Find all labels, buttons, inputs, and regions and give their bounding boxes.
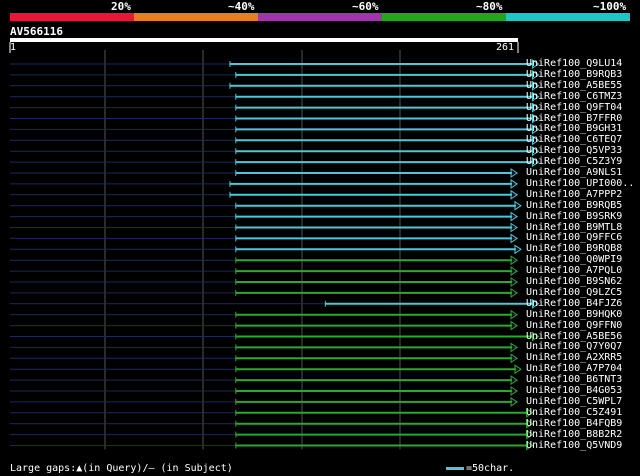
hit-name-link[interactable]: UniRef100_A7PPP2	[526, 189, 622, 200]
hit-name-link[interactable]: UniRef100_B9HQK0	[526, 309, 622, 320]
hit-name-link[interactable]: UniRef100_B9RQB3	[526, 69, 622, 80]
hit-name-link[interactable]: UniRef100_B9RQB8	[526, 243, 622, 254]
hit-name-link[interactable]: UniRef100_C5Z491	[526, 407, 622, 418]
hit-name-link[interactable]: UniRef100_B9GH31	[526, 123, 622, 134]
hit-name-link[interactable]: UniRef100_B4FJZ6	[526, 298, 622, 309]
hit-name-link[interactable]: UniRef100_A7P704	[526, 363, 622, 374]
hit-name-link[interactable]: UniRef100_B4G053	[526, 385, 622, 396]
hit-name-link[interactable]: UniRef100_C6TEQ7	[526, 134, 622, 145]
hit-name-link[interactable]: UniRef100_Q9LU14	[526, 58, 622, 69]
hit-name-link[interactable]: UniRef100_A7PQL0	[526, 265, 622, 276]
hit-name-link[interactable]: UniRef100_A5BE56	[526, 331, 622, 342]
hit-name-link[interactable]: UniRef100_Q7Y0Q7	[526, 341, 622, 352]
hit-name-link[interactable]: UniRef100_A2XRR5	[526, 352, 622, 363]
hit-name-link[interactable]: UniRef100_A9NLS1	[526, 167, 622, 178]
hit-name-link[interactable]: UniRef100_B7FFR0	[526, 113, 622, 124]
hit-name-link[interactable]: UniRef100_Q5VP33	[526, 145, 622, 156]
hit-name-link[interactable]: UniRef100_B9SN62	[526, 276, 622, 287]
hit-name-link[interactable]: UniRef100_A5BE55	[526, 80, 622, 91]
hit-name-link[interactable]: UniRef100_B6TNT3	[526, 374, 622, 385]
hit-name-link[interactable]: UniRef100_C5WPL7	[526, 396, 622, 407]
hit-name-link[interactable]: UniRef100_Q5VND9	[526, 440, 622, 451]
hit-name-link[interactable]: UniRef100_UPI000..	[526, 178, 634, 189]
hit-name-link[interactable]: UniRef100_B9MTL8	[526, 222, 622, 233]
hit-name-link[interactable]: UniRef100_Q9LZC5	[526, 287, 622, 298]
hit-name-link[interactable]: UniRef100_B9RQB5	[526, 200, 622, 211]
gaps-legend: Large gaps:▲(in Query)/— (in Subject)	[10, 463, 233, 474]
scale-bar	[446, 467, 464, 470]
hit-name-link[interactable]: UniRef100_Q9FFC6	[526, 232, 622, 243]
scale-label: =50char.	[466, 463, 515, 474]
hit-name-link[interactable]: UniRef100_Q0WPI9	[526, 254, 622, 265]
hit-name-link[interactable]: UniRef100_B9SRK9	[526, 211, 622, 222]
hit-name-link[interactable]: UniRef100_B8B2R2	[526, 429, 622, 440]
hit-name-link[interactable]: UniRef100_Q9FT04	[526, 102, 622, 113]
hit-name-link[interactable]: UniRef100_C5Z3Y9	[526, 156, 622, 167]
hit-name-link[interactable]: UniRef100_Q9FFN0	[526, 320, 622, 331]
hit-name-link[interactable]: UniRef100_C6TMZ3	[526, 91, 622, 102]
hit-name-link[interactable]: UniRef100_B4FQB9	[526, 418, 622, 429]
